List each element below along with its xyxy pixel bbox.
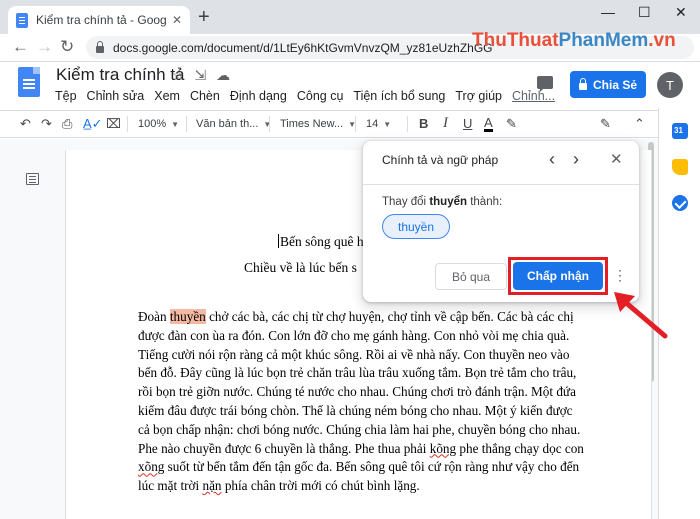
watermark-logo: ThuThuatPhanMem.vn xyxy=(472,30,676,51)
editing-mode-icon[interactable]: ✎ xyxy=(600,116,611,132)
redo-icon[interactable]: ↷ xyxy=(41,116,52,132)
collapse-icon[interactable]: ⌃ xyxy=(634,116,645,132)
comment-history-icon[interactable] xyxy=(537,76,553,92)
back-icon[interactable]: ← xyxy=(12,37,29,57)
text-color-button[interactable]: A xyxy=(484,116,493,132)
browser-tab[interactable]: Kiểm tra chính tả - Google Tài liệ ✕ xyxy=(8,6,190,34)
paint-format-icon[interactable]: ⌧ xyxy=(106,116,121,132)
font-size-select[interactable]: 14 ▼ xyxy=(366,116,391,133)
dialog-divider xyxy=(363,184,639,185)
toolbar-divider xyxy=(186,116,187,132)
spellcheck-icon[interactable]: A̲✓ xyxy=(83,116,103,132)
suggestion-chip[interactable]: thuyền xyxy=(382,214,450,239)
reload-icon[interactable]: ↻ xyxy=(60,37,74,57)
menu-file[interactable]: Tệp xyxy=(50,89,82,103)
body-paragraph[interactable]: Đoàn thuyền chở các bà, các chị từ chợ h… xyxy=(138,308,586,496)
close-window-button[interactable]: ✕ xyxy=(675,4,687,21)
menu-help[interactable]: Trợ giúp xyxy=(450,89,507,103)
heading-line-2: Chiều về là lúc bến s xyxy=(244,260,357,275)
keep-icon[interactable] xyxy=(672,159,688,175)
underline-button[interactable]: U xyxy=(463,116,472,132)
document-title[interactable]: Kiểm tra chính tả xyxy=(56,65,185,85)
move-folder-icon[interactable]: ⇲ xyxy=(194,67,206,83)
last-edit-link[interactable]: Chỉnh... xyxy=(507,89,560,103)
spelling-error: kõng xyxy=(429,440,457,456)
spelling-grammar-dialog: Chính tả và ngữ pháp ‹ › ✕ Thay đổi thuy… xyxy=(363,141,639,302)
share-button[interactable]: Chia Sẻ xyxy=(570,71,646,98)
lock-icon xyxy=(96,40,104,53)
lock-icon xyxy=(578,77,587,90)
avatar[interactable]: T xyxy=(657,72,683,98)
calendar-icon[interactable] xyxy=(672,123,688,139)
menu-addons[interactable]: Tiện ích bổ sung xyxy=(348,89,450,103)
text-cursor xyxy=(278,234,279,248)
accept-button[interactable]: Chấp nhận xyxy=(513,262,603,290)
new-tab-button[interactable]: + xyxy=(198,7,210,27)
menu-insert[interactable]: Chèn xyxy=(185,89,225,103)
suggestion-message: Thay đổi thuyển thành: xyxy=(382,196,503,208)
ignore-button[interactable]: Bỏ qua xyxy=(435,263,507,290)
share-label: Chia Sẻ xyxy=(592,77,637,92)
menu-view[interactable]: Xem xyxy=(149,89,185,103)
maximize-button[interactable]: ☐ xyxy=(638,4,651,21)
previous-suggestion-icon[interactable]: ‹ xyxy=(549,150,555,168)
title-icons: ☆ ⇲ ☁ xyxy=(172,67,236,84)
chevron-down-icon: ▼ xyxy=(171,120,180,129)
misspelled-word-highlight: thuyền xyxy=(169,309,206,324)
spelling-error: nặn xyxy=(202,478,222,494)
menu-edit[interactable]: Chỉnh sửa xyxy=(82,89,150,103)
spelling-error: xõng xyxy=(138,459,165,475)
forward-icon[interactable]: → xyxy=(36,37,53,57)
print-icon[interactable]: ⎙ xyxy=(62,116,72,132)
dialog-title: Chính tả và ngữ pháp xyxy=(382,153,499,167)
chevron-down-icon: ▼ xyxy=(263,120,272,129)
font-select[interactable]: Times New... ▼ xyxy=(280,116,356,133)
url-text[interactable]: docs.google.com/document/d/1LtEy6hKtGvmV… xyxy=(113,41,493,55)
next-suggestion-icon[interactable]: › xyxy=(573,150,579,168)
zoom-select[interactable]: 100% ▼ xyxy=(138,116,179,133)
bold-button[interactable]: B xyxy=(419,116,428,132)
highlight-icon[interactable]: ✎ xyxy=(506,116,517,132)
toolbar-divider xyxy=(407,116,408,132)
italic-button[interactable]: I xyxy=(443,115,448,131)
more-options-icon[interactable]: ⋮ xyxy=(613,266,627,284)
docs-logo-icon[interactable] xyxy=(18,67,40,97)
document-outline-icon[interactable] xyxy=(26,173,39,185)
browser-tabstrip: Kiểm tra chính tả - Google Tài liệ ✕ + —… xyxy=(0,0,700,34)
heading-line-1: Bến sông quê h xyxy=(278,234,364,249)
menu-tools[interactable]: Công cụ xyxy=(292,89,349,103)
tab-close-icon[interactable]: ✕ xyxy=(172,13,182,27)
minimize-button[interactable]: — xyxy=(601,4,615,20)
close-icon[interactable]: ✕ xyxy=(610,150,623,168)
toolbar-divider xyxy=(355,116,356,132)
toolbar-divider xyxy=(127,116,128,132)
style-select[interactable]: Văn bản th... ▼ xyxy=(196,116,271,133)
annotation-arrow-icon xyxy=(614,292,668,339)
cloud-status-icon[interactable]: ☁ xyxy=(216,67,230,83)
toolbar-divider xyxy=(269,116,270,132)
docs-header: Kiểm tra chính tả ☆ ⇲ ☁ Tệp Chỉnh sửa Xe… xyxy=(0,62,700,108)
tab-title: Kiểm tra chính tả - Google Tài liệ xyxy=(36,13,166,27)
menu-format[interactable]: Định dạng xyxy=(225,89,292,103)
docs-favicon-icon xyxy=(16,12,28,28)
menu-bar: Tệp Chỉnh sửa Xem Chèn Định dạng Công cụ… xyxy=(50,89,560,103)
star-icon[interactable]: ☆ xyxy=(172,67,185,83)
undo-icon[interactable]: ↶ xyxy=(20,116,31,132)
tasks-icon[interactable] xyxy=(672,195,688,211)
chevron-down-icon: ▼ xyxy=(383,120,392,129)
formatting-toolbar: ↶ ↷ ⎙ A̲✓ ⌧ 100% ▼ Văn bản th... ▼ Times N… xyxy=(0,110,658,138)
